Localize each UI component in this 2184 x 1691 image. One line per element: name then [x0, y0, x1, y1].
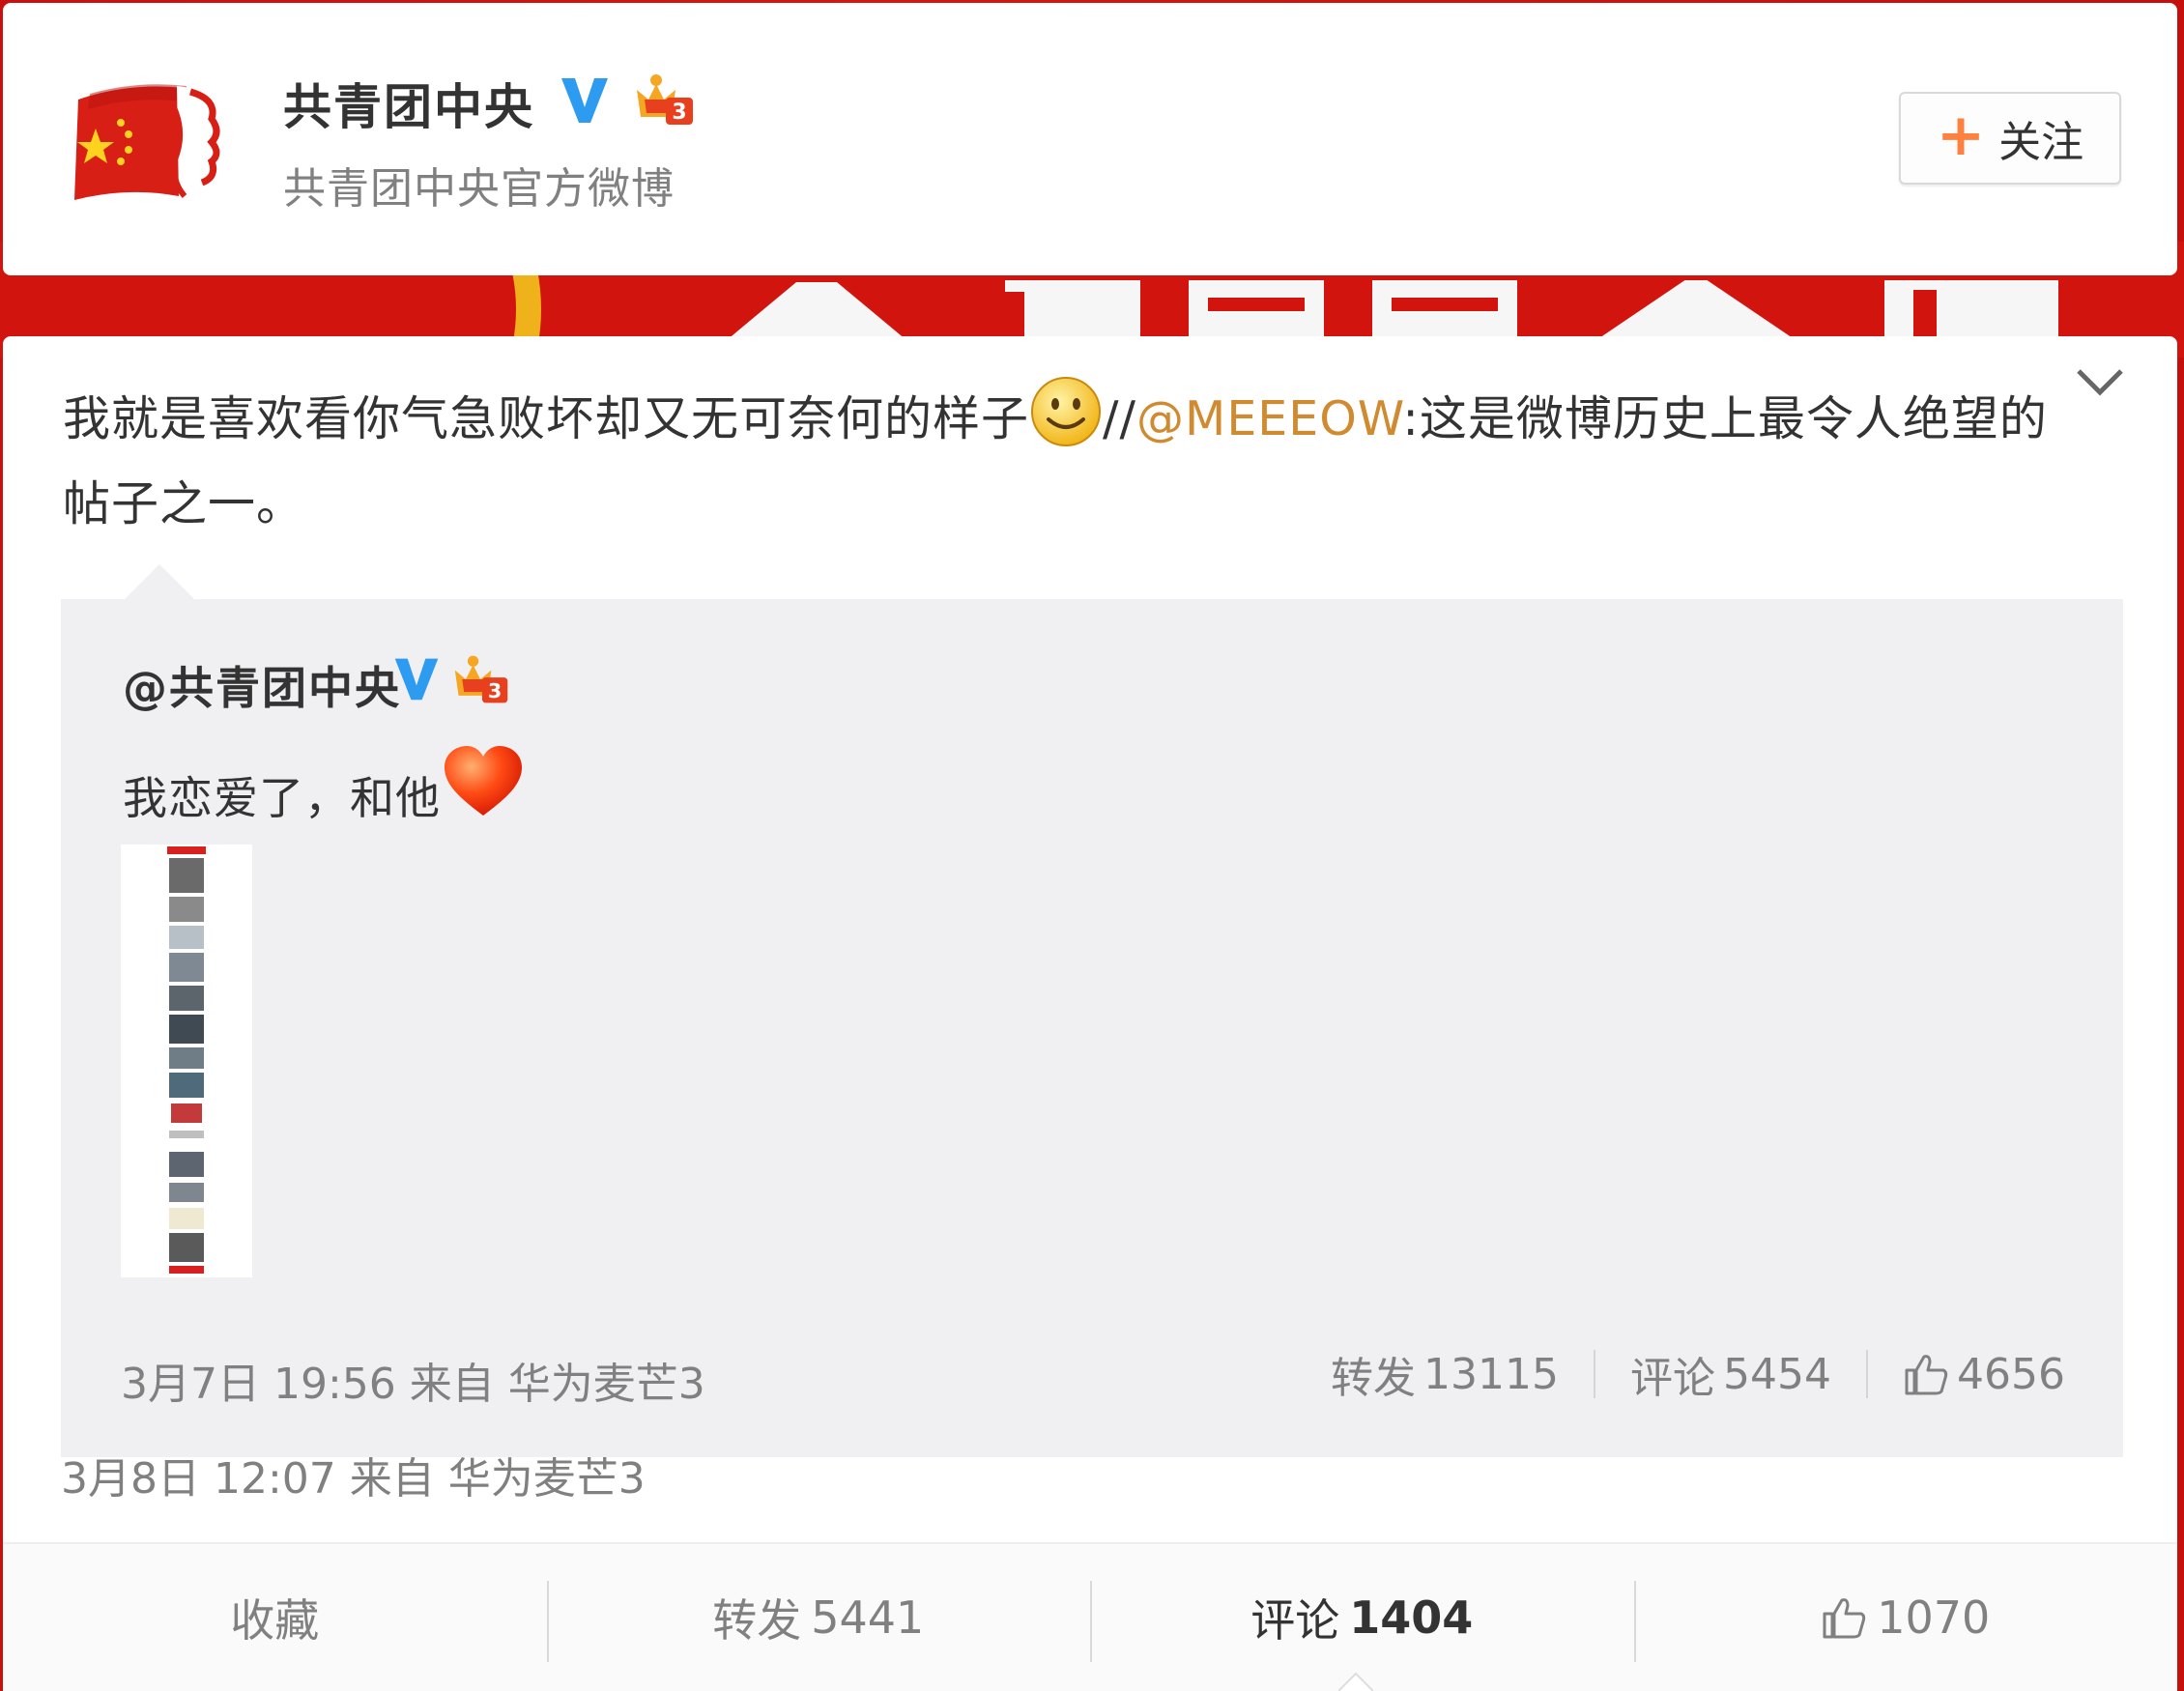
comment-label: 评论	[1630, 1354, 1716, 1403]
thumbs-up-icon	[1905, 1355, 1948, 1395]
smile-emoji-icon	[1031, 377, 1102, 446]
chevron-down-icon[interactable]	[2071, 363, 2129, 402]
verified-icon	[394, 658, 439, 701]
post-text-main: 我就是喜欢看你气急败坏却又无可奈何的样子	[63, 391, 1030, 446]
thumbs-up-icon	[1823, 1598, 1866, 1639]
favorite-button[interactable]: 收藏	[3, 1544, 547, 1691]
comment-count: 1404	[1349, 1591, 1474, 1644]
original-user-name[interactable]: @共青团中央	[123, 653, 401, 717]
forward-button[interactable]: 转发 5441	[546, 1544, 1091, 1691]
flag-avatar-icon[interactable]	[71, 72, 244, 208]
user-description: 共青团中央官方微博	[283, 164, 675, 214]
profile-header-card: 共青团中央 3 共青团中央官方微博 + 关注	[3, 3, 2177, 275]
original-post-time[interactable]: 3月7日 19:56	[121, 1360, 396, 1409]
svg-text:3: 3	[672, 100, 686, 125]
post-time[interactable]: 3月8日 12:07	[61, 1454, 336, 1504]
divider	[1594, 1350, 1596, 1398]
comment-count: 5454	[1723, 1349, 1832, 1399]
verified-icon	[561, 78, 608, 123]
thumbnail-picture	[121, 845, 252, 1277]
heart-icon	[445, 746, 522, 816]
weibo-post-card: 我就是喜欢看你气急败坏却又无可奈何的样子 //@MEEEOW:这是微博历史上最令…	[3, 336, 2177, 1691]
like-count: 4656	[1957, 1349, 2065, 1399]
original-forward-button[interactable]: 转发 13115	[1331, 1343, 1559, 1405]
forward-count: 5441	[811, 1591, 925, 1644]
plus-icon: +	[1936, 101, 1986, 169]
favorite-label: 收藏	[230, 1594, 320, 1647]
original-post-source-prefix: 来自	[409, 1360, 495, 1409]
follow-label: 关注	[1998, 118, 2084, 167]
post-action-bar: 收藏 转发 5441 评论 1404 1070	[3, 1542, 2177, 1691]
original-post-box: @共青团中央 3 我恋爱了，和他 3月7日 19:56 来自 华为麦芒3 转发 …	[61, 599, 2123, 1457]
original-comment-button[interactable]: 评论 5454	[1630, 1343, 1831, 1405]
original-post-meta: 3月7日 19:56 来自 华为麦芒3	[121, 1349, 705, 1411]
user-name[interactable]: 共青团中央	[283, 69, 534, 138]
repost-pointer	[123, 564, 196, 601]
mention-link[interactable]: @MEEEOW	[1136, 391, 1402, 446]
post-text: 我就是喜欢看你气急败坏却又无可奈何的样子 //@MEEEOW:这是微博历史上最令…	[63, 375, 2073, 547]
original-post-source[interactable]: 华为麦芒3	[508, 1360, 705, 1409]
follow-button[interactable]: + 关注	[1899, 92, 2121, 185]
forward-count: 13115	[1423, 1349, 1560, 1399]
post-source[interactable]: 华为麦芒3	[448, 1454, 646, 1504]
original-post-text: 我恋爱了，和他	[123, 744, 526, 827]
original-post-actions: 转发 13115 评论 5454 4656	[1331, 1343, 2065, 1405]
member-crown-icon[interactable]: 3	[451, 651, 511, 707]
member-crown-icon[interactable]: 3	[633, 71, 697, 129]
post-meta: 3月8日 12:07 来自 华为麦芒3	[61, 1444, 646, 1505]
original-like-button[interactable]: 4656	[1903, 1350, 2065, 1399]
long-image-thumbnail[interactable]	[121, 845, 252, 1277]
forward-label: 转发	[712, 1594, 802, 1647]
forward-label: 转发	[1331, 1354, 1417, 1403]
comment-label: 评论	[1250, 1594, 1340, 1647]
like-button[interactable]: 1070	[1633, 1544, 2178, 1691]
repost-separator: //	[1103, 391, 1137, 446]
post-source-prefix: 来自	[349, 1454, 435, 1504]
original-post-text-content: 我恋爱了，和他	[123, 772, 441, 824]
like-count: 1070	[1877, 1591, 1991, 1644]
divider	[1866, 1350, 1869, 1398]
svg-text:3: 3	[488, 679, 502, 702]
active-tab-pointer	[1338, 1672, 1373, 1691]
